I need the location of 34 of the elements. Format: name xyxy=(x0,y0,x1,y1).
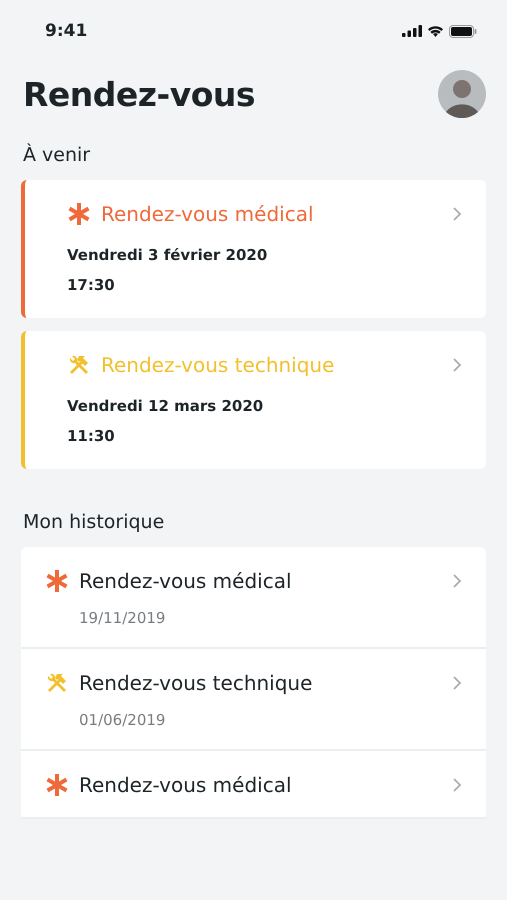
asterisk-icon xyxy=(67,202,91,226)
appointment-time: 17:30 xyxy=(67,276,116,294)
hammer-wrench-icon xyxy=(45,671,69,695)
appointment-date: Vendredi 12 mars 2020 xyxy=(67,397,264,415)
appointment-date: Vendredi 3 février 2020 xyxy=(67,246,268,264)
asterisk-icon xyxy=(45,569,69,593)
signal-icon xyxy=(402,25,422,37)
hammer-wrench-icon xyxy=(67,353,91,377)
appointment-card[interactable]: Rendez-vous médical Vendredi 3 février 2020 17:30 xyxy=(21,180,486,318)
chevron-right-icon xyxy=(452,206,462,222)
chevron-right-icon xyxy=(452,573,462,589)
appointment-title: Rendez-vous médical xyxy=(101,202,315,226)
page-title: Rendez-vous xyxy=(23,74,256,114)
chevron-right-icon xyxy=(452,777,462,793)
history-date: 19/11/2019 xyxy=(79,609,166,627)
status-time: 9:41 xyxy=(45,21,88,41)
chevron-right-icon xyxy=(452,675,462,691)
appointment-time: 11:30 xyxy=(67,427,116,445)
history-title: Rendez-vous médical xyxy=(79,569,293,593)
asterisk-icon xyxy=(45,773,69,797)
history-item[interactable]: Rendez-vous technique 01/06/2019 xyxy=(21,649,486,751)
section-heading: Mon historique xyxy=(23,511,166,533)
section-heading: À venir xyxy=(23,144,92,166)
history-title: Rendez-vous technique xyxy=(79,671,314,695)
wifi-icon xyxy=(427,25,444,37)
history-item[interactable]: Rendez-vous médical xyxy=(21,751,486,819)
history-item[interactable]: Rendez-vous médical 19/11/2019 xyxy=(21,547,486,649)
appointment-title: Rendez-vous technique xyxy=(101,353,336,377)
chevron-right-icon xyxy=(452,357,462,373)
avatar[interactable] xyxy=(438,70,486,118)
history-date: 01/06/2019 xyxy=(79,711,166,729)
appointment-card[interactable]: Rendez-vous technique Vendredi 12 mars 2020 11:30 xyxy=(21,331,486,469)
history-title: Rendez-vous médical xyxy=(79,773,293,797)
battery-icon xyxy=(449,24,477,38)
